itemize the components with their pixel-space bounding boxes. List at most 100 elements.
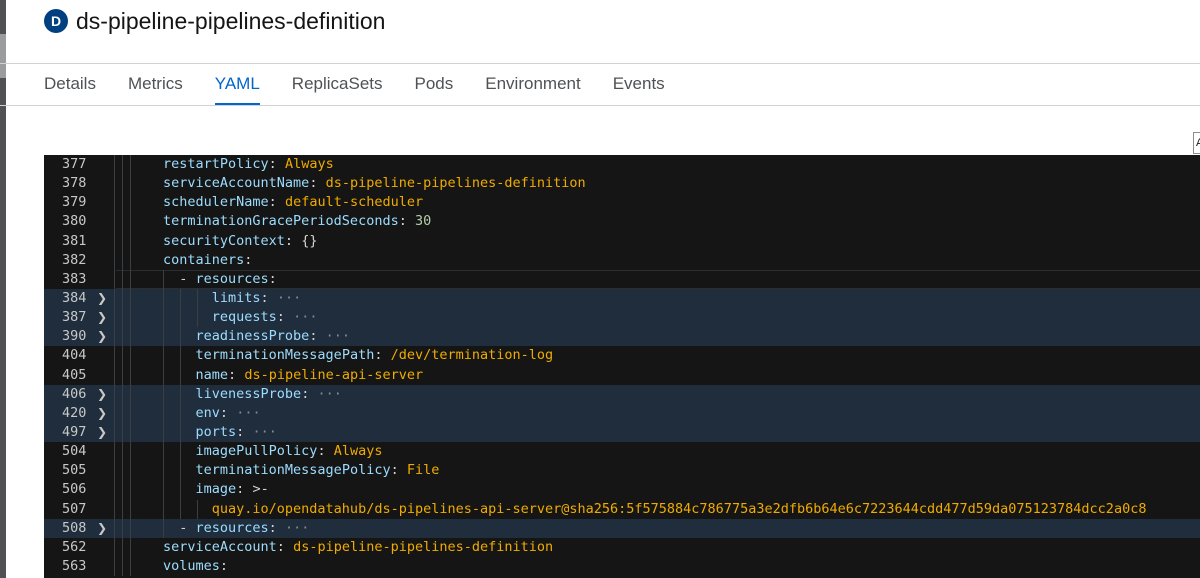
line-number: 504 <box>62 443 87 460</box>
yaml-colon: : <box>374 347 383 364</box>
code-line[interactable]: 420 ❯ env: ··· <box>44 403 1200 423</box>
code-line[interactable]: 379 schedulerName: default-scheduler <box>44 193 1200 213</box>
tab-details[interactable]: Details <box>44 64 96 106</box>
code-line[interactable]: 563 volumes: <box>44 556 1200 577</box>
line-content: image: >- <box>196 480 269 499</box>
indent-guide <box>130 269 131 289</box>
indent-guide <box>114 155 115 175</box>
editor-corner-button[interactable]: A <box>1193 132 1200 154</box>
indent-guide <box>122 155 123 175</box>
folded-ellipsis[interactable]: ··· <box>277 290 301 306</box>
code-line[interactable]: 378 serviceAccountName: ds-pipeline-pipel… <box>44 174 1200 194</box>
fold-chevron-icon[interactable]: ❯ <box>97 385 107 404</box>
line-content: serviceAccount: ds-pipeline-pipelines-de… <box>163 538 553 557</box>
tab-environment[interactable]: Environment <box>485 64 580 106</box>
yaml-editor[interactable]: 377 restartPolicy: Always 378 serviceAccoun… <box>44 155 1200 578</box>
line-content: terminationMessagePolicy: File <box>196 461 440 480</box>
yaml-colon: : <box>236 481 245 498</box>
line-number: 377 <box>62 156 87 172</box>
line-gutter: 381 <box>44 232 116 251</box>
code-line[interactable]: 404 terminationMessagePath: /dev/terminat… <box>44 346 1200 366</box>
fold-chevron-icon[interactable]: ❯ <box>97 519 107 538</box>
indent-guide <box>130 193 131 213</box>
fold-chevron-icon[interactable]: ❯ <box>97 289 107 308</box>
tab-replicasets[interactable]: ReplicaSets <box>292 64 383 106</box>
code-line[interactable]: 508 ❯ - resources: ··· <box>44 518 1200 538</box>
folded-ellipsis[interactable]: ··· <box>326 328 350 344</box>
indent-guide <box>180 480 181 500</box>
indent-guide <box>114 346 115 366</box>
yaml-value: >- <box>252 481 269 498</box>
tab-pods[interactable]: Pods <box>415 64 454 106</box>
indent-guide <box>180 403 181 423</box>
indent-guide <box>122 461 123 481</box>
indent-guide <box>130 518 131 538</box>
code-line[interactable]: 406 ❯ livenessProbe: ··· <box>44 384 1200 404</box>
line-number: 379 <box>62 194 87 211</box>
code-line[interactable]: 504 imagePullPolicy: Always <box>44 442 1200 462</box>
line-content: - resources: <box>179 270 277 289</box>
line-gutter: 420 ❯ <box>44 404 116 423</box>
code-line[interactable]: 381 securityContext: {} <box>44 231 1200 251</box>
indent-guide <box>114 288 115 309</box>
code-line[interactable]: 382 containers: <box>44 250 1200 270</box>
indent-guide <box>130 346 131 366</box>
folded-ellipsis[interactable]: ··· <box>252 424 276 440</box>
yaml-colon: : <box>301 385 310 402</box>
folded-ellipsis[interactable]: ··· <box>285 520 309 536</box>
line-gutter: 404 <box>44 346 116 365</box>
indent-guide <box>130 403 131 423</box>
code-line[interactable]: 562 serviceAccount: ds-pipeline-pipelines… <box>44 537 1200 557</box>
indent-guide <box>122 346 123 366</box>
code-line[interactable]: 383 - resources: <box>44 269 1200 289</box>
indent-guide <box>122 327 123 347</box>
yaml-colon: : <box>268 519 277 536</box>
tab-events[interactable]: Events <box>613 64 665 106</box>
code-line[interactable]: 377 restartPolicy: Always <box>44 155 1200 175</box>
code-line[interactable]: 380 terminationGracePeriodSeconds: 30 <box>44 212 1200 232</box>
folded-ellipsis[interactable]: ··· <box>293 309 317 325</box>
indent-guide <box>122 174 123 194</box>
code-line[interactable]: 497 ❯ ports: ··· <box>44 422 1200 443</box>
yaml-colon: : <box>268 156 277 172</box>
indent-guide <box>130 250 131 270</box>
tab-yaml[interactable]: YAML <box>214 64 260 106</box>
indent-guide <box>163 518 164 538</box>
yaml-colon: : <box>219 404 229 421</box>
code-line[interactable]: 507 quay.io/opendatahub/ds-pipelines-api-… <box>44 499 1200 519</box>
indent-guide <box>130 442 131 462</box>
code-line[interactable]: 405 name: ds-pipeline-api-server <box>44 365 1200 385</box>
yaml-colon: : <box>317 443 326 460</box>
indent-guide <box>114 269 115 289</box>
code-line[interactable]: 384 ❯ limits: ··· <box>44 288 1200 309</box>
indent-guide <box>130 422 131 443</box>
indent-guide <box>180 327 181 347</box>
yaml-key: securityContext <box>163 232 285 249</box>
indent-guide <box>122 442 123 462</box>
code-line[interactable]: 505 terminationMessagePolicy: File <box>44 461 1200 481</box>
fold-chevron-icon[interactable]: ❯ <box>97 423 107 442</box>
tab-metrics[interactable]: Metrics <box>128 64 183 106</box>
indent-guide <box>130 365 131 385</box>
left-scrollbar[interactable] <box>0 0 6 578</box>
yaml-value: ds-pipeline-pipelines-definition <box>325 175 586 192</box>
line-gutter: 508 ❯ <box>44 519 116 538</box>
code-line[interactable]: 387 ❯ requests: ··· <box>44 308 1200 328</box>
indent-guide <box>130 499 131 519</box>
indent-guide <box>122 518 123 538</box>
left-scrollbar-thumb[interactable] <box>0 34 6 78</box>
code-line[interactable]: 506 image: >- <box>44 480 1200 500</box>
fold-chevron-icon[interactable]: ❯ <box>97 404 107 423</box>
yaml-colon: : <box>219 557 229 574</box>
yaml-colon: : <box>268 270 277 287</box>
fold-chevron-icon[interactable]: ❯ <box>97 327 107 346</box>
resource-badge: D <box>44 9 68 33</box>
code-line[interactable]: 390 ❯ readinessProbe: ··· <box>44 327 1200 347</box>
indent-guide <box>163 308 164 328</box>
indent-guide <box>130 480 131 500</box>
indent-guide <box>130 231 131 251</box>
yaml-key: resources <box>195 519 269 536</box>
folded-ellipsis[interactable]: ··· <box>236 405 260 421</box>
fold-chevron-icon[interactable]: ❯ <box>97 308 107 327</box>
folded-ellipsis[interactable]: ··· <box>317 386 341 402</box>
